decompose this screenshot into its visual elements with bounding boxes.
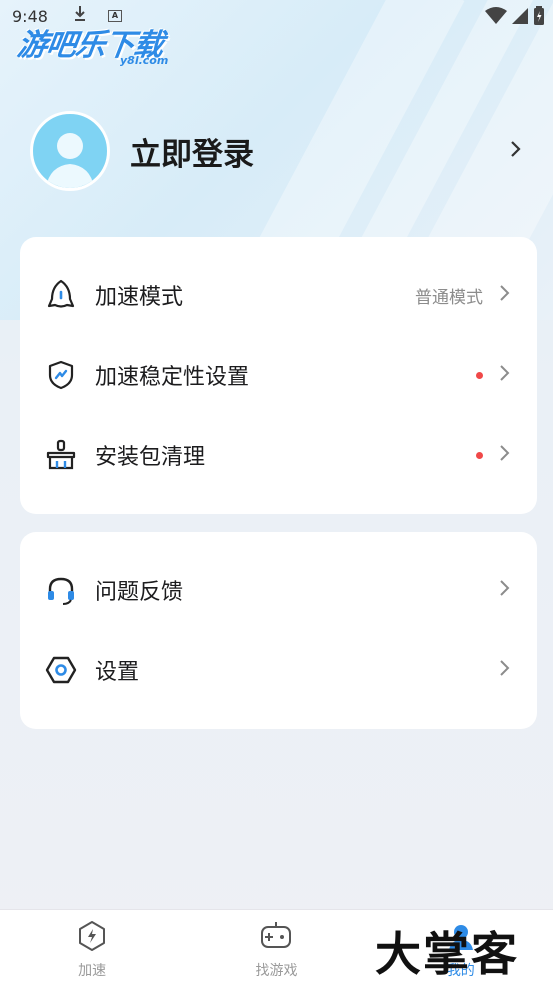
chevron-right-icon xyxy=(499,283,511,308)
watermark: 大掌客 xyxy=(375,927,519,981)
tab-label: 找游戏 xyxy=(255,963,298,979)
menu-item-label: 设置 xyxy=(95,660,140,685)
tab-find-games[interactable]: 找游戏 xyxy=(184,910,368,985)
broom-icon xyxy=(44,438,78,472)
chevron-right-icon xyxy=(499,363,511,388)
menu-item-package-cleanup[interactable]: 安装包清理 xyxy=(20,415,537,495)
rocket-icon xyxy=(44,278,78,312)
tab-accelerate[interactable]: 加速 xyxy=(0,910,184,985)
login-label[interactable]: 立即登录 xyxy=(130,129,509,174)
chevron-right-icon xyxy=(499,658,511,683)
status-icons xyxy=(485,6,545,30)
user-avatar-icon[interactable] xyxy=(30,111,110,191)
login-row[interactable]: 立即登录 xyxy=(30,110,523,192)
chevron-right-icon xyxy=(499,578,511,603)
notification-dot xyxy=(476,371,483,379)
hexagon-settings-icon xyxy=(44,653,78,687)
headset-icon xyxy=(44,573,78,607)
acceleration-settings-card: 加速模式 普通模式 加速稳定性设置 安装包清理 xyxy=(20,237,537,514)
notification-dot xyxy=(476,451,483,459)
shield-icon xyxy=(44,358,78,392)
chevron-right-icon[interactable] xyxy=(509,137,523,165)
menu-item-acceleration-mode[interactable]: 加速模式 普通模式 xyxy=(20,255,537,335)
brand-domain: y8l.com xyxy=(120,54,169,67)
brand-logo: 游吧乐下载 y8l.com xyxy=(15,20,188,70)
gamepad-icon xyxy=(259,920,293,956)
tab-label: 加速 xyxy=(78,963,107,979)
signal-icon xyxy=(511,7,529,29)
wifi-icon xyxy=(485,7,507,29)
menu-item-label: 安装包清理 xyxy=(95,445,206,470)
chevron-right-icon xyxy=(499,443,511,468)
menu-item-settings[interactable]: 设置 xyxy=(20,630,537,710)
menu-item-feedback[interactable]: 问题反馈 xyxy=(20,550,537,630)
menu-item-label: 加速稳定性设置 xyxy=(95,365,250,390)
lightning-hex-icon xyxy=(76,920,108,956)
menu-item-stability-settings[interactable]: 加速稳定性设置 xyxy=(20,335,537,415)
acceleration-mode-value: 普通模式 xyxy=(415,287,483,308)
battery-icon xyxy=(533,6,545,30)
support-card: 问题反馈 设置 xyxy=(20,532,537,729)
menu-item-label: 加速模式 xyxy=(95,285,184,310)
menu-item-label: 问题反馈 xyxy=(95,580,184,605)
